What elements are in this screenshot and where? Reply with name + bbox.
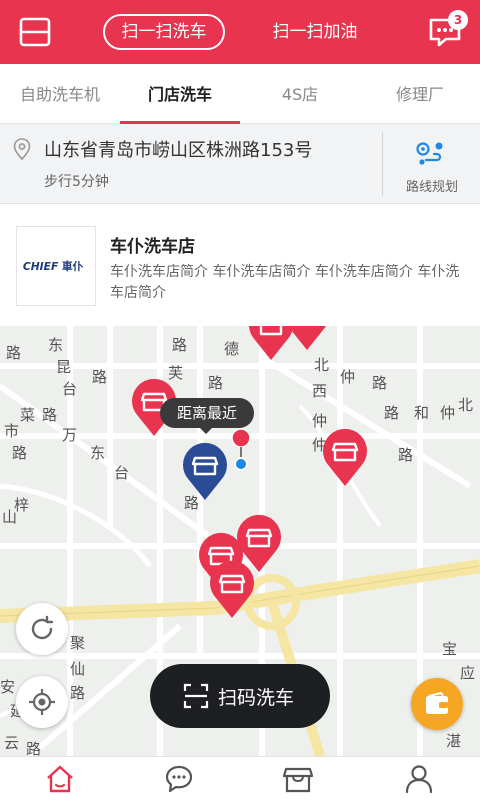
nearest-tooltip: 距离最近 [160, 398, 254, 428]
profile-icon[interactable] [403, 763, 443, 795]
nearest-store-pin[interactable] [180, 440, 230, 502]
app-header: 扫一扫洗车 扫一扫加油 3 [0, 0, 480, 64]
street-label: 路 [384, 404, 400, 422]
street-label: 路 [172, 336, 188, 354]
store-pin[interactable] [207, 558, 257, 620]
scan-icon [183, 683, 209, 709]
street-label: 东 [90, 444, 106, 462]
street-label: 仲 [340, 368, 356, 386]
street-label: 路 [372, 374, 388, 392]
store-name: 车仆洗车店 [110, 237, 195, 257]
user-location-marker [231, 428, 251, 471]
street-label: 应 [460, 664, 476, 682]
street-label: 湛 [446, 732, 462, 750]
route-icon[interactable] [416, 140, 446, 168]
message-badge: 3 [448, 10, 468, 30]
street-label: 北 [458, 396, 474, 414]
street-label: 仲 [440, 404, 456, 422]
svg-text:CHIEF: CHIEF [23, 260, 59, 273]
street-label: 山 [2, 508, 18, 526]
address-bar: 山东省青岛市崂山区株洲路153号 步行5分钟 路线规划 [0, 124, 480, 204]
walk-time: 步行5分钟 [44, 174, 109, 190]
store-icon[interactable] [282, 763, 322, 795]
store-intro: 车仆洗车店简介 车仆洗车店简介 车仆洗车店简介 车仆洗车店简介 [110, 264, 460, 301]
street-label: 路 [6, 344, 22, 362]
street-label: 东 [48, 336, 64, 354]
tab-4s-store[interactable]: 4S店 [240, 64, 360, 124]
street-label: 路 [12, 444, 28, 462]
street-label: 北 [314, 356, 330, 374]
tab-self-service[interactable]: 自助洗车机 [0, 64, 120, 124]
street-label: 菜 [20, 406, 36, 424]
street-label: 路 [208, 374, 224, 392]
svg-text:車仆: 車仆 [62, 260, 84, 273]
locate-button[interactable] [16, 676, 68, 728]
tooltip-tail [199, 427, 213, 434]
category-tabs: 自助洗车机 门店洗车 4S店 修理厂 [0, 64, 480, 124]
bottom-nav [0, 756, 480, 800]
home-icon[interactable] [44, 763, 84, 795]
street-label: 路 [42, 406, 58, 424]
street-label: 安 [0, 678, 16, 696]
street-label: 路 [26, 740, 42, 756]
refresh-icon [31, 615, 54, 640]
refresh-button[interactable] [16, 603, 68, 655]
street-label: 路 [92, 368, 108, 386]
address-text: 山东省青岛市崂山区株洲路153号 [44, 140, 313, 161]
tab-store-wash[interactable]: 门店洗车 [120, 64, 240, 124]
scan-wash-tab[interactable]: 扫一扫洗车 [103, 14, 225, 50]
street-label: 德 [224, 340, 240, 358]
street-label: 市 [4, 422, 20, 440]
street-label: 路 [70, 684, 86, 702]
street-label: 昆 [56, 358, 72, 376]
store-logo: CHIEF 車仆 [16, 226, 96, 306]
store-card[interactable]: CHIEF 車仆 车仆洗车店 车仆洗车店简介 车仆洗车店简介 车仆洗车店简介 车仆… [0, 204, 480, 326]
divider [382, 132, 383, 196]
location-icon [13, 138, 31, 160]
scan-wash-button[interactable]: 扫码洗车 [150, 664, 330, 728]
street-label: 台 [62, 380, 78, 398]
map-view[interactable]: 路 东 昆 台 路 菜 路 市 路 万 东 台 梓 山 路 仲 北 西 仲 路 … [0, 326, 480, 756]
street-label: 万 [62, 426, 78, 444]
street-label: 宝 [442, 640, 458, 658]
store-pin[interactable] [282, 326, 332, 352]
street-label: 聚 [70, 634, 86, 652]
street-label: 云 [4, 734, 20, 752]
street-label: 路 [398, 446, 414, 464]
scan-wash-label: 扫码洗车 [218, 687, 295, 709]
wallet-button[interactable] [411, 678, 463, 730]
crosshair-icon [29, 689, 55, 715]
scan-fuel-tab[interactable]: 扫一扫加油 [256, 14, 374, 50]
tab-repair-shop[interactable]: 修理厂 [360, 64, 480, 124]
wallet-icon [426, 692, 448, 714]
street-label: 西 [312, 382, 328, 400]
store-pin[interactable] [320, 426, 370, 488]
route-planning-label[interactable]: 路线规划 [392, 176, 472, 195]
street-label: 台 [114, 464, 130, 482]
chat-icon[interactable] [163, 763, 203, 795]
street-label: 仙 [70, 660, 86, 678]
card-icon[interactable] [18, 15, 52, 49]
street-label: 和 [414, 404, 430, 422]
